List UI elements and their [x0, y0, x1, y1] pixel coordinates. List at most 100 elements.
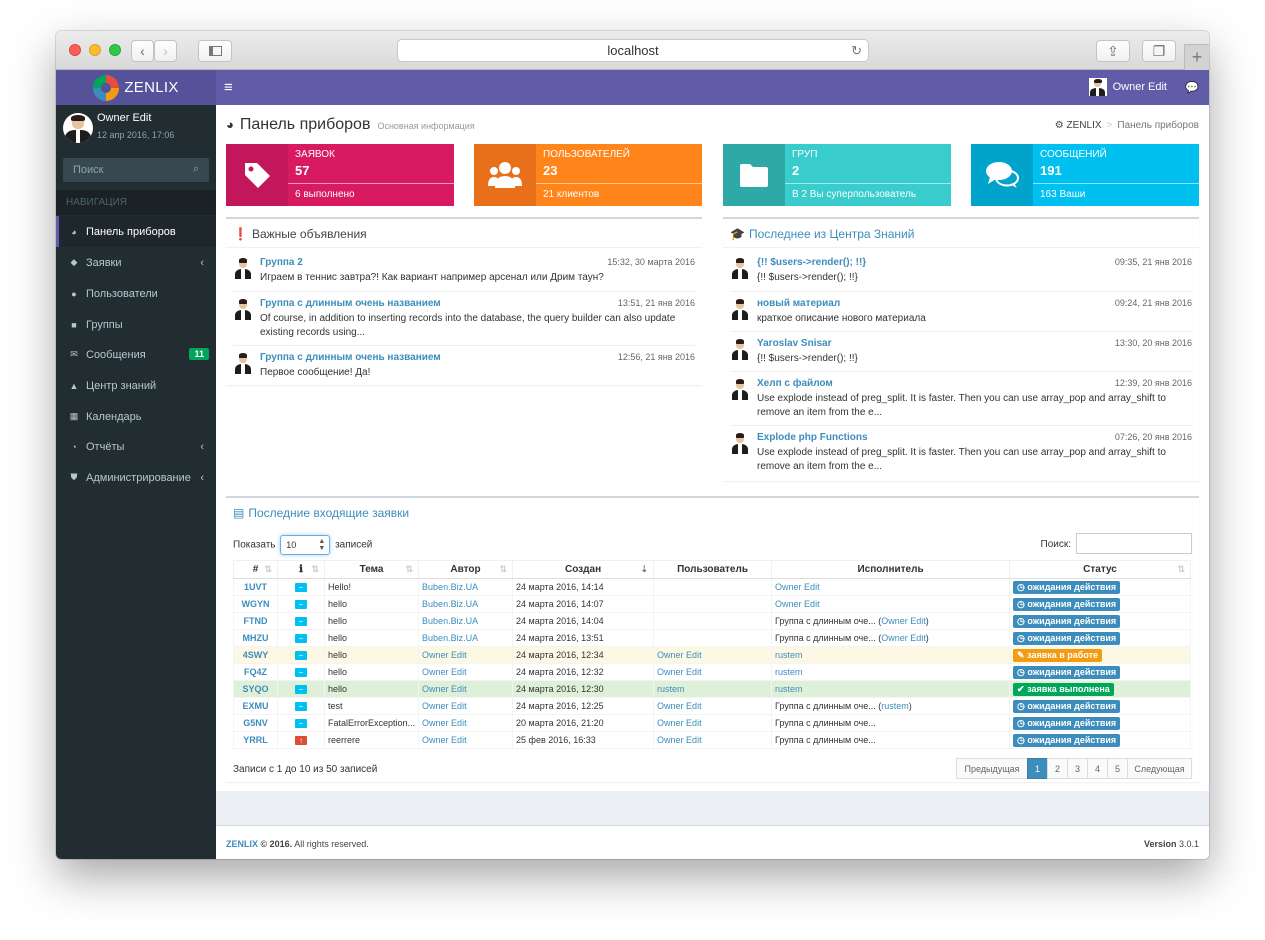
- ticket-author-link[interactable]: Owner Edit: [422, 718, 467, 728]
- ticket-id-link[interactable]: 4SWY: [233, 646, 278, 664]
- stat-box-users[interactable]: ПОЛЬЗОВАТЕЛЕЙ 23 21 клиентов: [474, 144, 702, 206]
- ticket-executor-link[interactable]: Owner Edit: [775, 582, 820, 592]
- reload-icon[interactable]: ↻: [851, 43, 862, 59]
- column-header-created[interactable]: Создан ⇣: [512, 560, 655, 579]
- knowledge-item-title[interactable]: новый материал: [757, 298, 840, 309]
- ticket-id-link[interactable]: G5NV: [233, 714, 278, 732]
- sidebar-search-input[interactable]: Поиск ⌕: [63, 158, 209, 182]
- forward-button[interactable]: ›: [154, 40, 177, 62]
- ticket-executor-link[interactable]: Owner Edit: [881, 616, 926, 626]
- tabs-button[interactable]: ❐: [1142, 40, 1176, 62]
- table-row[interactable]: EXMU − test Owner Edit 24 марта 2016, 12:25 O…: [233, 697, 1191, 715]
- announcement-item[interactable]: Группа 2 15:32, 30 марта 2016 Играем в т…: [233, 257, 695, 293]
- page-length-select[interactable]: 10 ▲ ▼: [280, 535, 331, 555]
- ticket-author-link[interactable]: Owner Edit: [422, 701, 467, 711]
- announcement-item[interactable]: Группа с длинным очень названием 12:56, …: [233, 352, 695, 382]
- table-row[interactable]: MHZU − hello Buben.Biz.UA 24 марта 2016, 13:…: [233, 629, 1191, 647]
- table-row[interactable]: FQ4Z − hello Owner Edit 24 марта 2016, 12:32…: [233, 663, 1191, 681]
- pagination-page-button[interactable]: 1: [1027, 758, 1048, 779]
- ticket-id-link[interactable]: WGYN: [233, 595, 278, 613]
- pagination-prev-button[interactable]: Предыдущая: [956, 758, 1028, 779]
- ticket-author-link[interactable]: Buben.Biz.UA: [422, 633, 478, 643]
- ticket-executor-link[interactable]: rustem: [881, 701, 909, 711]
- ticket-id-link[interactable]: FTND: [233, 612, 278, 630]
- share-button[interactable]: ⇪: [1096, 40, 1130, 62]
- announcement-item[interactable]: Группа с длинным очень названием 13:51, …: [233, 298, 695, 342]
- knowledge-item-title[interactable]: {!! $users->render(); !!}: [757, 257, 866, 268]
- new-tab-button[interactable]: +: [1184, 44, 1209, 70]
- minimize-window-button[interactable]: [89, 44, 101, 56]
- ticket-id-link[interactable]: MHZU: [233, 629, 278, 647]
- sidebar-item-admin[interactable]: ⛊ Администрирование ‹: [56, 462, 216, 493]
- knowledge-item[interactable]: Yaroslav Snisar 13:30, 20 янв 2016 {!! $…: [730, 338, 1192, 368]
- stat-box-groups[interactable]: ГРУП 2 В 2 Вы суперпользователь: [723, 144, 951, 206]
- ticket-user-link[interactable]: Owner Edit: [657, 667, 702, 677]
- column-header-executor[interactable]: Исполнитель: [771, 560, 1011, 579]
- column-header-priority[interactable]: ℹ ⇅: [277, 560, 325, 579]
- announcement-title[interactable]: Группа с длинным очень названием: [260, 298, 441, 309]
- ticket-executor-link[interactable]: rustem: [775, 684, 803, 694]
- sidebar-item-reports[interactable]: ◔ Отчёты ‹: [56, 431, 216, 462]
- zoom-window-button[interactable]: [109, 44, 121, 56]
- ticket-author-link[interactable]: Owner Edit: [422, 650, 467, 660]
- ticket-author-link[interactable]: Owner Edit: [422, 667, 467, 677]
- column-header-author[interactable]: Автор ⇅: [418, 560, 514, 579]
- pagination-page-button[interactable]: 5: [1107, 758, 1128, 779]
- stat-box-tickets[interactable]: ЗАЯВОК 57 6 выполнено: [226, 144, 454, 206]
- ticket-author-link[interactable]: Owner Edit: [422, 684, 467, 694]
- ticket-user-link[interactable]: rustem: [657, 684, 685, 694]
- sidebar-item-calendar[interactable]: ▦ Календарь: [56, 401, 216, 432]
- table-search-input[interactable]: [1076, 533, 1192, 554]
- ticket-author-link[interactable]: Buben.Biz.UA: [422, 582, 478, 592]
- ticket-user-link[interactable]: Owner Edit: [657, 701, 702, 711]
- sidebar-item-groups[interactable]: ■ Группы: [56, 309, 216, 340]
- table-row[interactable]: G5NV − FatalErrorException... Owner Edit 20 …: [233, 714, 1191, 732]
- search-icon[interactable]: ⌕: [193, 163, 199, 176]
- column-header-id[interactable]: # ⇅: [233, 560, 278, 579]
- sidebar-item-users[interactable]: ● Пользователи: [56, 278, 216, 309]
- ticket-user-link[interactable]: Owner Edit: [657, 735, 702, 745]
- ticket-user-link[interactable]: Owner Edit: [657, 718, 702, 728]
- address-bar[interactable]: localhost ↻: [397, 39, 869, 62]
- ticket-id-link[interactable]: SYQO: [233, 680, 278, 698]
- column-header-subject[interactable]: Тема ⇅: [323, 560, 420, 579]
- ticket-id-link[interactable]: YRRL: [233, 731, 278, 749]
- ticket-author-link[interactable]: Buben.Biz.UA: [422, 616, 478, 626]
- header-user-menu[interactable]: Owner Edit: [1088, 78, 1167, 96]
- knowledge-item-title[interactable]: Хелп с файлом: [757, 378, 833, 389]
- pagination-next-button[interactable]: Следующая: [1127, 758, 1192, 779]
- sidebar-item-tickets[interactable]: ◆ Заявки ‹: [56, 247, 216, 278]
- knowledge-item[interactable]: новый материал 09:24, 21 янв 2016 кратко…: [730, 298, 1192, 328]
- pagination-page-button[interactable]: 3: [1067, 758, 1088, 779]
- ticket-executor-link[interactable]: Owner Edit: [881, 633, 926, 643]
- knowledge-item-title[interactable]: Explode php Functions: [757, 432, 868, 443]
- pagination-page-button[interactable]: 4: [1087, 758, 1108, 779]
- sidebar-item-dashboard[interactable]: ◕ Панель приборов: [56, 216, 216, 247]
- ticket-user-link[interactable]: Owner Edit: [657, 650, 702, 660]
- logo[interactable]: ZENLIX: [56, 70, 216, 105]
- announcement-title[interactable]: Группа с длинным очень названием: [260, 352, 441, 363]
- pagination-page-button[interactable]: 2: [1047, 758, 1068, 779]
- sidebar-toggle-button[interactable]: [198, 40, 232, 62]
- close-window-button[interactable]: [69, 44, 81, 56]
- ticket-executor-link[interactable]: Owner Edit: [775, 599, 820, 609]
- table-row[interactable]: SYQO − hello Owner Edit 24 марта 2016, 12:30…: [233, 680, 1191, 698]
- chat-icon[interactable]: 💬: [1185, 81, 1199, 94]
- ticket-id-link[interactable]: 1UVT: [233, 578, 278, 596]
- footer-brand-link[interactable]: ZENLIX: [226, 839, 258, 849]
- table-row[interactable]: 4SWY − hello Owner Edit 24 марта 2016, 12:34…: [233, 646, 1191, 664]
- table-row[interactable]: WGYN − hello Buben.Biz.UA 24 марта 2016, 14:…: [233, 595, 1191, 613]
- breadcrumb-home-link[interactable]: ZENLIX: [1067, 120, 1102, 131]
- back-button[interactable]: ‹: [131, 40, 154, 62]
- table-row[interactable]: 1UVT − Hello! Buben.Biz.UA 24 марта 2016, 14…: [233, 578, 1191, 596]
- knowledge-item-title[interactable]: Yaroslav Snisar: [757, 338, 832, 349]
- ticket-id-link[interactable]: EXMU: [233, 697, 278, 715]
- table-row[interactable]: YRRL ↑ reerrere Owner Edit 25 фев 2016, 16:3…: [233, 731, 1191, 749]
- knowledge-item[interactable]: Explode php Functions 07:26, 20 янв 2016…: [730, 432, 1192, 476]
- ticket-executor-link[interactable]: rustem: [775, 667, 803, 677]
- sidebar-item-messages[interactable]: ✉ Сообщения 11: [56, 339, 216, 370]
- column-header-user[interactable]: Пользователь: [653, 560, 773, 579]
- ticket-author-link[interactable]: Owner Edit: [422, 735, 467, 745]
- sidebar-item-knowledge[interactable]: ▲ Центр знаний: [56, 370, 216, 401]
- announcement-title[interactable]: Группа 2: [260, 257, 303, 268]
